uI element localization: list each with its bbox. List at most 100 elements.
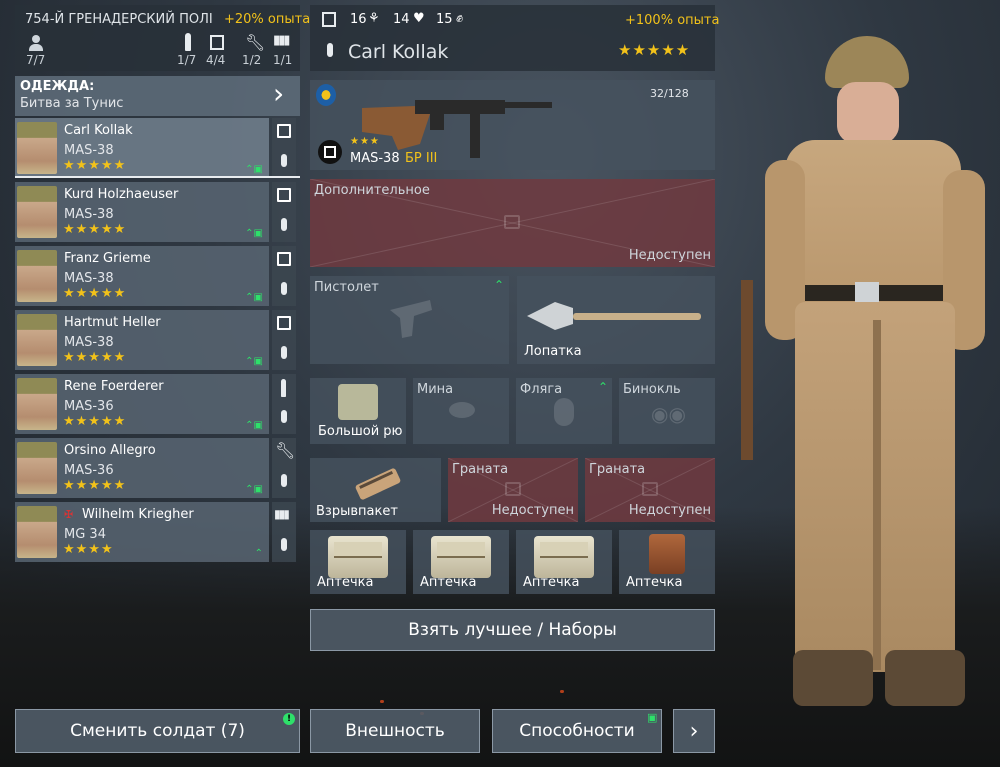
soldier-class-icon [272, 246, 296, 306]
soldier-name: Carl Kollak [64, 123, 133, 138]
soldier-stars: ★★★★★ [63, 286, 127, 301]
soldier-class-icon [272, 374, 296, 434]
slot-label: Фляга [520, 382, 563, 397]
iron-cross-icon: ✠ [64, 508, 74, 521]
pistol-slot[interactable]: Пистолет ⌃ [310, 276, 509, 364]
alert-badge-icon: ! [283, 713, 295, 725]
soldier-stars: ★★★★★ [63, 222, 127, 237]
soldier-stars: ★★★★★ [63, 158, 127, 173]
selected-soldier-name: Carl Kollak [348, 41, 449, 63]
mine-slot[interactable]: Мина [413, 378, 509, 444]
slot-label: Аптечка [523, 575, 580, 590]
selected-soldier-stars: ★★★★★ [618, 41, 691, 59]
stat-strength: 15 [436, 12, 453, 27]
soldier-name: Wilhelm Kriegher [82, 507, 194, 522]
soldier-portrait [17, 378, 57, 430]
medkit-slot[interactable]: Аптечка [310, 530, 406, 594]
unavailable-label: Недоступен [628, 248, 711, 263]
soldier-weapon: MAS-36 [64, 463, 114, 478]
change-soldier-button[interactable]: Сменить солдат (7) [15, 709, 300, 753]
soldier-name: Hartmut Heller [64, 315, 161, 330]
slot-label: Аптечка [317, 575, 374, 590]
unavailable-label: Недоступен [491, 503, 574, 518]
class-badge-icon [318, 140, 342, 164]
slot-label: Дополнительное [314, 183, 430, 198]
binocular-slot[interactable]: Бинокль ◉◉ [619, 378, 715, 444]
backpack-slot[interactable]: Большой рю [310, 378, 406, 444]
shovel-slot[interactable]: Лопатка [517, 276, 715, 364]
medkit-pouch-icon [431, 536, 491, 578]
medkit-slot[interactable]: Аптечка [516, 530, 612, 594]
squad-xp-bonus: +20% опыта [224, 12, 311, 27]
soldier-card[interactable]: Carl Kollak MAS-38 ★★★★★ ⌃▣ [15, 118, 269, 178]
slot-label: Аптечка [420, 575, 477, 590]
soldier-model [725, 30, 1000, 767]
explosive-icon [355, 468, 401, 500]
soldier-class-icon: ▮▮▮ [272, 502, 296, 562]
soldier-weapon: MAS-38 [64, 143, 114, 158]
slot-label: Взрывпакет [316, 504, 398, 519]
weapon-name: MAS-38 [350, 151, 400, 166]
medkit-slot[interactable]: Аптечка [413, 530, 509, 594]
squad-header[interactable]: 754-Й ГРЕНАДЕРСКИЙ ПОЛІ +20% опыта 7/7 🔧… [15, 5, 310, 71]
slot-label: Граната [452, 462, 509, 477]
squad-count: 7/7 [26, 53, 46, 67]
stat-vitality: 16 [350, 12, 367, 27]
medkit-pouch-icon [328, 536, 388, 578]
running-icon: ⚘ [368, 11, 380, 26]
list-icon [210, 35, 224, 50]
upgrade-icon: ⌃ [254, 548, 263, 559]
ember [380, 700, 384, 703]
lock-icon [504, 215, 520, 229]
soldier-weapon: MAS-36 [64, 399, 114, 414]
best-presets-button[interactable]: Взять лучшее / Наборы [310, 609, 715, 651]
stat-3: 1/2 [242, 53, 262, 67]
ember [560, 690, 564, 693]
stat-4: 1/1 [273, 53, 293, 67]
soldier-card[interactable]: Rene Foerderer MAS-36 ★★★★★ ⌃▣ [15, 374, 269, 434]
upgrade-icon: ⌃▣ [245, 356, 263, 367]
class-icon [322, 12, 336, 27]
medkit-slot[interactable]: Аптечка [619, 530, 715, 594]
appearance-button[interactable]: Внешность [310, 709, 480, 753]
binocular-icon: ◉◉ [651, 402, 686, 426]
stat-1: 1/7 [177, 53, 197, 67]
weapon-stars: ★★★ [350, 136, 380, 147]
soldier-weapon: MAS-38 [64, 207, 114, 222]
wrench-icon: 🔧︎ [245, 33, 266, 52]
next-button[interactable]: › [673, 709, 715, 753]
soldier-class-icon [272, 118, 296, 178]
clothing-value: Битва за Тунис [20, 96, 124, 111]
squad-name: 754-Й ГРЕНАДЕРСКИЙ ПОЛІ [25, 12, 213, 27]
soldier-stars: ★★★★ [63, 542, 114, 557]
slot-label: Бинокль [623, 382, 681, 397]
upgrade-icon: ▣ [647, 711, 658, 724]
soldier-card[interactable]: Kurd Holzhaeuser MAS-38 ★★★★★ ⌃▣ [15, 182, 269, 242]
ammo-count: 32/128 [650, 87, 689, 100]
soldier-card[interactable]: ✠ Wilhelm Kriegher MG 34 ★★★★ ⌃ [15, 502, 269, 562]
slot-label: Мина [417, 382, 454, 397]
soldier-card[interactable]: Hartmut Heller MAS-38 ★★★★★ ⌃▣ [15, 310, 269, 370]
person-icon [29, 35, 43, 51]
upgrade-icon: ⌃▣ [245, 292, 263, 303]
upgrade-icon: ⌃ [598, 380, 609, 394]
soldier-card[interactable]: Franz Grieme MAS-38 ★★★★★ ⌃▣ [15, 246, 269, 306]
soldier-portrait [17, 186, 57, 238]
lock-icon [642, 482, 658, 496]
bullet-icon [185, 33, 191, 51]
fist-icon: ✊︎ [456, 11, 464, 26]
soldier-card[interactable]: Orsino Allegro MAS-36 ★★★★★ ⌃▣ [15, 438, 269, 498]
stat-health: 14 [393, 12, 410, 27]
clothing-selector[interactable]: ОДЕЖДА: Битва за Тунис › [15, 76, 300, 116]
rank-icon [327, 43, 333, 57]
chevron-right-icon: › [273, 77, 285, 110]
flask-slot[interactable]: Фляга ⌃ [516, 378, 612, 444]
unavailable-label: Недоступен [628, 503, 711, 518]
selection-underline [15, 176, 300, 178]
abilities-button[interactable]: Способности [492, 709, 662, 753]
pistol-icon [390, 300, 432, 338]
explosive-slot[interactable]: Взрывпакет [310, 458, 441, 522]
primary-weapon-slot[interactable]: 32/128 ★★★ MAS-38 БР III [310, 80, 715, 170]
flask-icon [554, 398, 574, 426]
slot-label: Аптечка [626, 575, 683, 590]
